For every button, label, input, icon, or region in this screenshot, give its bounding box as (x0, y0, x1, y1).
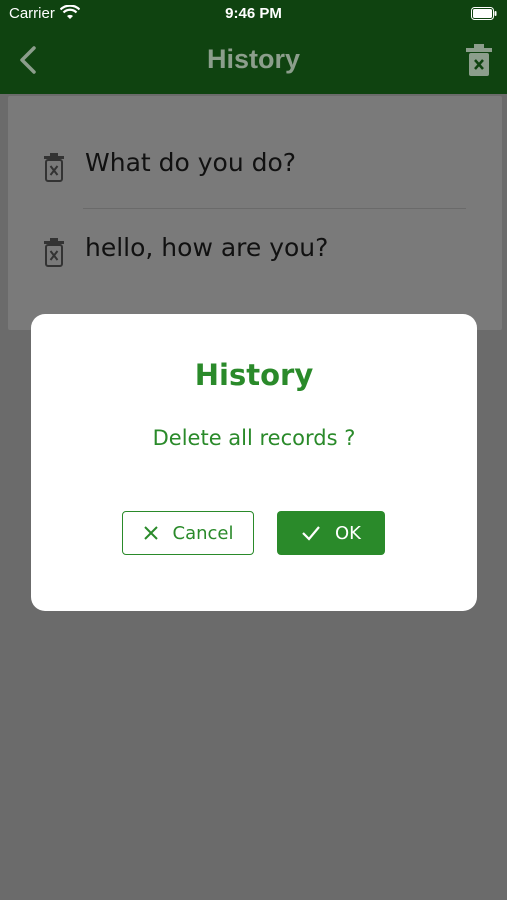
delete-item-icon[interactable] (42, 237, 66, 267)
dialog-title: History (194, 358, 314, 392)
status-bar: Carrier 9:46 PM (0, 0, 507, 28)
navigation-bar: History (0, 28, 507, 94)
status-time: 9:46 PM (225, 5, 282, 22)
list-item[interactable]: hello, how are you? (8, 209, 502, 293)
confirm-dialog: History Delete all records ? Cancel OK (31, 314, 477, 611)
cancel-x-icon (143, 526, 158, 540)
cancel-button-label: Cancel (172, 522, 234, 544)
history-list: What do you do? hello, how are you? (8, 96, 502, 330)
history-item-text: What do you do? (85, 148, 297, 177)
ok-button[interactable]: OK (277, 511, 385, 555)
ok-button-label: OK (335, 522, 361, 544)
check-icon (302, 526, 320, 541)
history-item-text: hello, how are you? (85, 233, 329, 262)
cancel-button[interactable]: Cancel (122, 511, 254, 555)
delete-item-icon[interactable] (42, 152, 66, 182)
trash-icon[interactable] (465, 43, 493, 77)
page-title: History (206, 44, 301, 74)
dialog-message: Delete all records ? (152, 426, 356, 450)
list-item[interactable]: What do you do? (8, 124, 502, 208)
battery-icon (471, 7, 497, 20)
